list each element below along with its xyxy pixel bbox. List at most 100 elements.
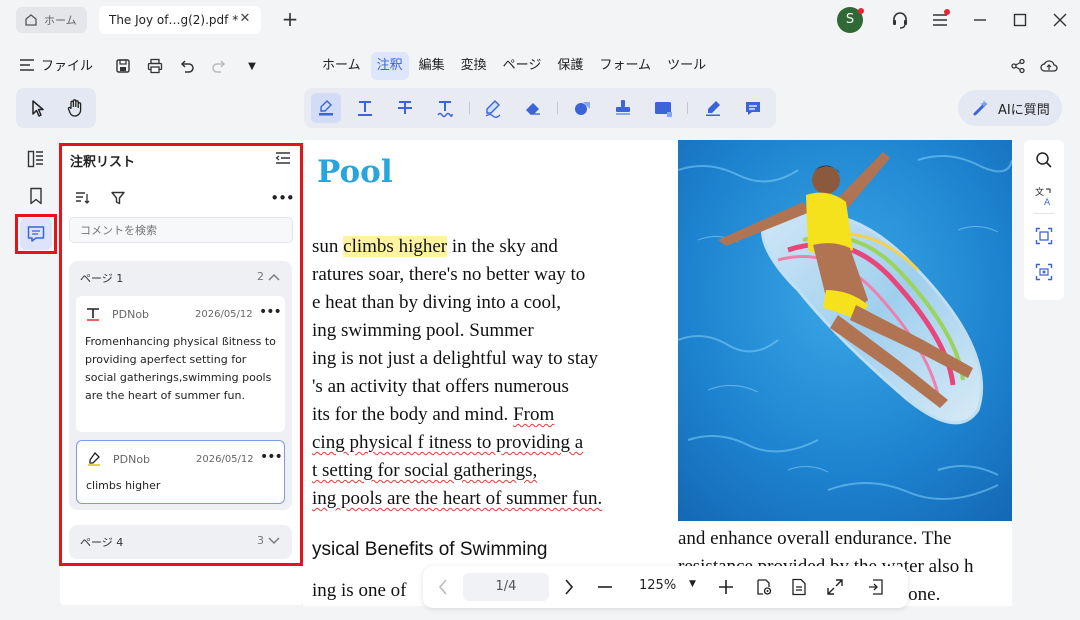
exit-fullscreen-icon[interactable]	[866, 577, 886, 597]
bookmark-icon[interactable]	[24, 184, 48, 208]
cloud-upload-icon[interactable]	[1040, 57, 1058, 75]
document-page[interactable]: Pool sun climbs higher in the sky and ra…	[303, 140, 1012, 606]
doc-line: 's an activity that offers numerous	[312, 376, 569, 397]
doc-line: and enhance overall endurance. The	[678, 528, 952, 549]
close-tab-icon[interactable]: ✕	[237, 11, 253, 27]
toolbar-divider	[557, 102, 558, 114]
doc-line: ing swimming pool. Summer	[312, 320, 534, 341]
eraser-tool-icon[interactable]	[522, 97, 544, 119]
thumbnails-icon[interactable]	[24, 147, 48, 171]
select-cursor-icon[interactable]	[28, 98, 48, 118]
zoom-in-icon[interactable]	[716, 577, 736, 597]
doc-line: e heat than by diving into a cool,	[312, 292, 562, 313]
document-tab[interactable]: The Joy of…g(2).pdf * ✕	[99, 6, 261, 34]
file-menu-label: ファイル	[41, 59, 94, 74]
annotation-toolbar	[304, 88, 776, 128]
ask-ai-label: AIに質問	[998, 102, 1050, 118]
right-tool-rail: 文A	[1024, 140, 1064, 300]
window-close-icon[interactable]	[1049, 9, 1071, 31]
page-number-input[interactable]: 1/4	[463, 573, 549, 601]
view-mode-icon[interactable]	[754, 577, 774, 597]
text-underline-tool-icon[interactable]	[354, 97, 376, 119]
svg-text:文: 文	[1035, 186, 1044, 198]
headset-icon[interactable]	[889, 9, 911, 31]
fit-page-icon[interactable]	[825, 577, 845, 597]
zoom-out-icon[interactable]	[595, 577, 615, 597]
notification-dot	[858, 8, 864, 14]
hamburger-icon	[20, 58, 34, 71]
doc-line: t setting for social gatherings,	[312, 457, 682, 485]
area-highlight-tool-icon[interactable]	[652, 97, 674, 119]
zoom-level[interactable]: 125%	[639, 578, 676, 593]
ai-sparkle-icon	[973, 100, 988, 116]
squiggly-annotated-text[interactable]: cing physical f itness to providing a	[312, 432, 583, 453]
ocr-icon[interactable]	[1034, 226, 1054, 246]
squiggly-annotated-text[interactable]: t setting for social gatherings,	[312, 460, 537, 481]
rail-highlight-box	[15, 214, 57, 254]
highlight-tool-icon[interactable]	[311, 93, 341, 123]
doc-line: ratures soar, there's no better way to	[312, 264, 586, 285]
tab-protect[interactable]: 保護	[551, 52, 589, 80]
previous-page-icon[interactable]	[433, 577, 453, 597]
rail-divider	[1034, 213, 1054, 214]
new-tab-button[interactable]: +	[280, 8, 300, 32]
home-tab-label: ホーム	[44, 14, 77, 27]
section-heading: ysical Benefits of Swimming	[312, 539, 548, 560]
toolbar-divider	[687, 102, 688, 114]
share-icon[interactable]	[1009, 57, 1027, 75]
minimize-icon[interactable]	[969, 9, 991, 31]
translate-icon[interactable]: 文A	[1034, 186, 1054, 206]
title-bar: ホーム The Joy of…g(2).pdf * ✕ + S	[0, 0, 1080, 42]
svg-text:A: A	[1044, 198, 1051, 206]
squiggly-tool-icon[interactable]	[434, 97, 456, 119]
squiggly-annotated-text[interactable]: From	[513, 404, 554, 425]
zoom-dropdown-icon[interactable]: ▼	[689, 579, 696, 589]
signature-tool-icon[interactable]	[702, 97, 724, 119]
home-icon	[25, 14, 37, 26]
shape-tool-icon[interactable]	[572, 97, 594, 119]
menu-notification-dot	[944, 9, 950, 15]
stamp-tool-icon[interactable]	[612, 97, 634, 119]
toolbar-divider	[469, 102, 470, 114]
tab-form[interactable]: フォーム	[593, 52, 657, 80]
tab-convert[interactable]: 変換	[455, 52, 493, 80]
tab-tools[interactable]: ツール	[661, 52, 712, 80]
tab-edit[interactable]: 編集	[413, 52, 451, 80]
tab-page[interactable]: ページ	[497, 52, 548, 80]
comment-tool-icon[interactable]	[742, 97, 764, 119]
highlighted-text[interactable]: climbs higher	[343, 236, 448, 257]
tab-home[interactable]: ホーム	[316, 52, 367, 80]
screenshot-capture-icon[interactable]	[1034, 262, 1054, 282]
panel-highlight-box	[59, 143, 303, 566]
pool-photo	[678, 140, 1012, 521]
doc-line: its for the body and mind. From	[312, 404, 555, 425]
file-menu-button[interactable]: ファイル	[19, 55, 93, 74]
home-tab[interactable]: ホーム	[16, 7, 87, 33]
page-layout-icon[interactable]	[789, 577, 809, 597]
tab-annotate[interactable]: 注釈	[370, 52, 409, 80]
doc-line: cing physical f itness to providing a	[312, 429, 682, 457]
doc-line: ing is not just a delightful way to stay	[312, 348, 599, 369]
document-paragraph: sun climbs higher in the sky and ratures…	[312, 233, 682, 513]
document-tab-label: The Joy of…g(2).pdf *	[109, 13, 239, 27]
ask-ai-button[interactable]: AIに質問	[958, 90, 1062, 126]
undo-icon[interactable]	[178, 57, 196, 75]
quick-access-dropdown-icon[interactable]: ▼	[243, 57, 261, 75]
strikethrough-tool-icon[interactable]	[394, 97, 416, 119]
save-icon[interactable]	[114, 57, 132, 75]
page-navigation-bar: 1/4 125% ▼	[423, 566, 908, 608]
squiggly-annotated-text[interactable]: ing pools are the heart of summer fun.	[312, 488, 602, 509]
pen-tool-icon[interactable]	[482, 97, 504, 119]
menu-bar: ファイル ▼ ホーム 注釈 編集 変換 ページ 保護 フォーム ツール	[0, 46, 1080, 86]
menu-icon[interactable]	[929, 9, 951, 31]
doc-line: sun climbs higher in the sky and	[312, 236, 558, 257]
next-page-icon[interactable]	[559, 577, 579, 597]
redo-icon[interactable]	[210, 57, 228, 75]
hand-tool-icon[interactable]	[65, 98, 85, 118]
print-icon[interactable]	[146, 57, 164, 75]
pointer-tools	[16, 88, 96, 128]
maximize-icon[interactable]	[1009, 9, 1031, 31]
doc-line: ing is one of	[312, 580, 407, 601]
main-tabs: ホーム 注釈 編集 変換 ページ 保護 フォーム ツール	[316, 52, 716, 80]
search-icon[interactable]	[1034, 150, 1054, 170]
